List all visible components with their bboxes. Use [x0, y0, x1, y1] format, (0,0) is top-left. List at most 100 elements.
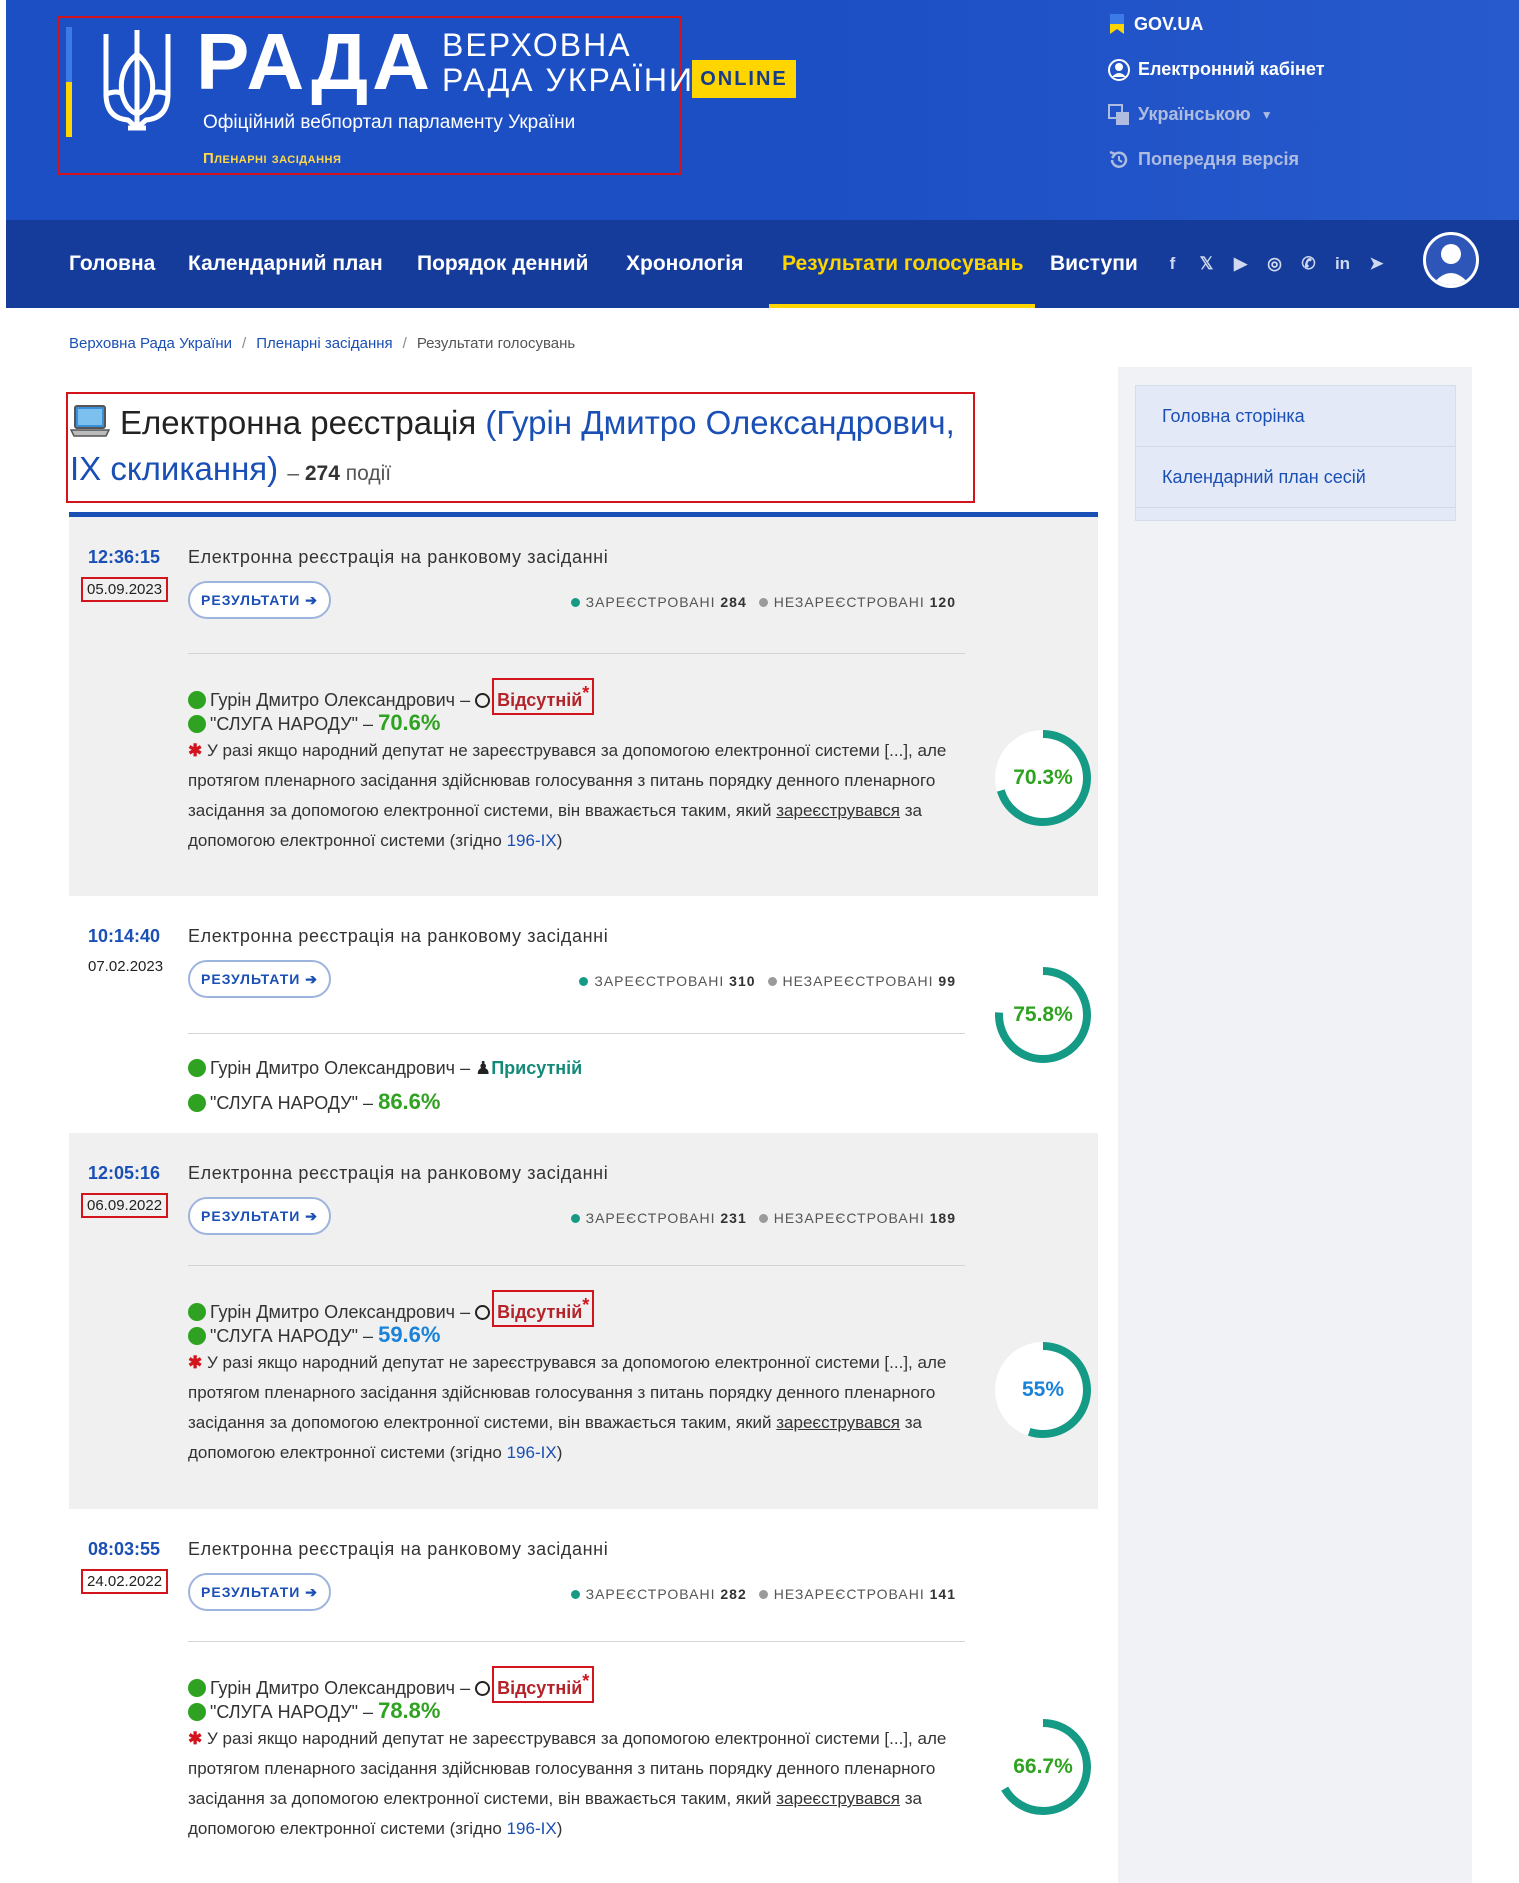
previous-version-link[interactable]: Попередня версія — [1108, 137, 1325, 182]
note-term[interactable]: зареєструвався — [776, 1789, 900, 1808]
asterisk-icon: ✱ — [188, 1353, 203, 1372]
count-dash: – — [287, 462, 300, 485]
registered-label: ЗАРЕЄСТРОВАНІ — [585, 1210, 716, 1226]
nav-item-speeches[interactable]: Виступи — [1050, 220, 1138, 308]
breadcrumb-separator: / — [402, 335, 407, 352]
results-button[interactable]: РЕЗУЛЬТАТИ ➔ — [188, 1573, 331, 1611]
telegram-icon[interactable]: ➤ — [1365, 252, 1388, 275]
nav-item-voting-results[interactable]: Результати голосувань — [782, 220, 1024, 308]
status-dot — [188, 1327, 206, 1345]
event-count: – 274 події — [287, 462, 391, 485]
registration-ring: 70.3% — [993, 728, 1093, 828]
law-link[interactable]: 196-IX — [507, 1443, 557, 1462]
nav-active-underline — [769, 304, 1035, 308]
instagram-icon[interactable]: ◎ — [1263, 252, 1286, 275]
sidebar-item-session-calendar[interactable]: Календарний план сесій — [1136, 447, 1455, 508]
registration-ring: 55% — [993, 1340, 1093, 1440]
whatsapp-icon[interactable]: ✆ — [1297, 252, 1320, 275]
results-button[interactable]: РЕЗУЛЬТАТИ ➔ — [188, 960, 331, 998]
govua-link[interactable]: GOV.UA — [1108, 2, 1325, 47]
absent-status: Відсутній* — [492, 1666, 595, 1703]
registered-label: ЗАРЕЄСТРОВАНІ — [594, 973, 725, 989]
youtube-icon[interactable]: ▶ — [1229, 252, 1252, 275]
linkedin-icon[interactable]: in — [1331, 252, 1354, 275]
registered-count: 282 — [720, 1586, 747, 1602]
breadcrumb-link-rada[interactable]: Верховна Рада України — [69, 335, 232, 352]
dash: – — [363, 1326, 374, 1346]
deputy-name: Гурін Дмитро Олександрович — [210, 1058, 456, 1078]
note-term[interactable]: зареєструвався — [776, 801, 900, 820]
status-dot — [188, 1679, 206, 1697]
law-link[interactable]: 196-IX — [507, 831, 557, 850]
person-icon: ♟ — [475, 1058, 492, 1078]
laptop-icon — [70, 405, 110, 437]
trident-icon — [103, 30, 171, 131]
faction-percent: 59.6% — [378, 1322, 441, 1347]
note-paren: ) — [556, 1443, 563, 1462]
asterisk-icon: * — [582, 683, 590, 703]
nav-item-calendar[interactable]: Календарний план — [188, 220, 383, 308]
top-links: GOV.UA Електронний кабінет Українською ▼… — [1108, 2, 1325, 182]
nav-item-agenda[interactable]: Порядок денний — [417, 220, 588, 308]
registered-label: ЗАРЕЄСТРОВАНІ — [585, 1586, 716, 1602]
dash: – — [460, 690, 471, 710]
x-icon[interactable]: 𝕏 — [1195, 252, 1218, 275]
event-name: Електронна реєстрація на ранковому засід… — [188, 926, 609, 946]
note-paren: ) — [556, 1819, 563, 1838]
event-date: 24.02.2022 — [81, 1569, 169, 1594]
note-term[interactable]: зареєструвався — [776, 1413, 900, 1432]
event-divider — [188, 1265, 965, 1266]
language-label: Українською — [1138, 104, 1251, 124]
faction-percent: 86.6% — [378, 1089, 441, 1114]
user-circle-icon — [1108, 58, 1130, 81]
results-label: РЕЗУЛЬТАТИ — [201, 971, 301, 987]
chevron-down-icon: ▼ — [1260, 107, 1273, 122]
note-paren: ) — [556, 831, 563, 850]
section-link[interactable]: Пленарні засідання — [203, 150, 341, 167]
law-link[interactable]: 196-IX — [507, 1819, 557, 1838]
unregistered-dot — [758, 598, 768, 608]
facebook-icon[interactable]: f — [1161, 252, 1184, 275]
user-avatar[interactable] — [1423, 232, 1479, 288]
event-divider — [188, 653, 965, 654]
main-nav: Головна Календарний план Порядок денний … — [6, 220, 1519, 308]
history-icon — [1109, 150, 1128, 168]
results-label: РЕЗУЛЬТАТИ — [201, 1208, 301, 1224]
dash: – — [363, 1702, 374, 1722]
absent-circle-icon — [475, 693, 491, 708]
dash: – — [363, 1093, 374, 1113]
event-time: 10:14:40 — [88, 926, 161, 946]
title-main: Електронна реєстрація — [120, 404, 477, 441]
dash: – — [460, 1678, 471, 1698]
count-label: події — [345, 462, 392, 485]
brand-sub-line2: РАДА УКРАЇНИ — [442, 62, 695, 98]
cabinet-link[interactable]: Електронний кабінет — [1108, 47, 1325, 92]
faction-percent: 78.8% — [378, 1698, 441, 1723]
faction-name: "СЛУГА НАРОДУ" — [210, 1702, 359, 1722]
nav-item-chronology[interactable]: Хронологія — [626, 220, 743, 308]
previous-version-label: Попередня версія — [1138, 149, 1299, 169]
ring-label: 70.3% — [1013, 766, 1073, 789]
sidebar-item-home[interactable]: Головна сторінка — [1136, 386, 1455, 447]
brand-word: РАДА — [196, 17, 434, 106]
unregistered-count: 120 — [929, 594, 956, 610]
language-select[interactable]: Українською ▼ — [1108, 92, 1325, 137]
arrow-right-icon: ➔ — [305, 1208, 318, 1224]
event-divider — [188, 1641, 965, 1642]
registration-stats: ЗАРЕЄСТРОВАНІ 284 НЕЗАРЕЄСТРОВАНІ 120 — [570, 594, 956, 610]
results-button[interactable]: РЕЗУЛЬТАТИ ➔ — [188, 581, 331, 619]
ring-label: 55% — [1021, 1378, 1065, 1401]
registered-count: 284 — [720, 594, 747, 610]
brand-sub-line1: ВЕРХОВНА — [442, 27, 632, 63]
asterisk-icon: * — [582, 1671, 590, 1691]
translate-icon — [1108, 103, 1129, 125]
registered-dot — [570, 1590, 580, 1600]
breadcrumb-link-plenary[interactable]: Пленарні засідання — [256, 335, 392, 352]
sidebar — [1118, 367, 1472, 1883]
count-value: 274 — [304, 462, 340, 485]
results-button[interactable]: РЕЗУЛЬТАТИ ➔ — [188, 1197, 331, 1235]
cabinet-label: Електронний кабінет — [1138, 59, 1325, 79]
footnote: ✱ У разі якщо народний депутат не зареєс… — [188, 1348, 968, 1468]
faction-name: "СЛУГА НАРОДУ" — [210, 1093, 359, 1113]
nav-item-home[interactable]: Головна — [69, 220, 155, 308]
